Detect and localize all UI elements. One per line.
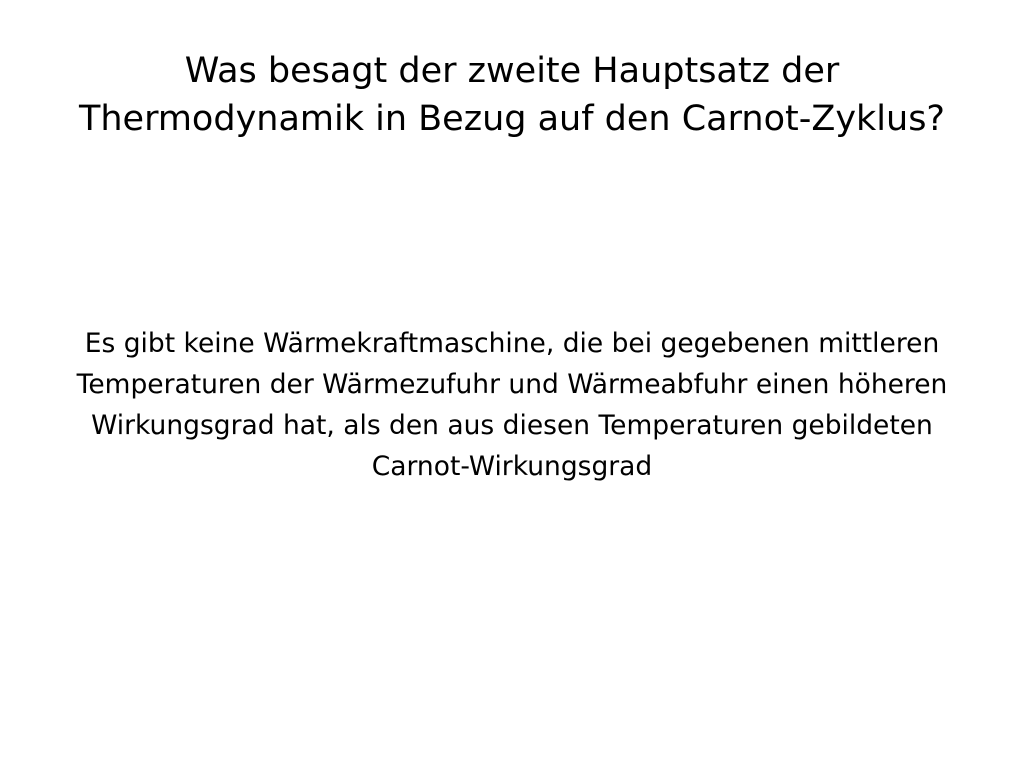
answer-text: Es gibt keine Wärmekraftmaschine, die be… [50, 323, 974, 487]
question-line: Was besagt der zweite Hauptsatz der [184, 51, 840, 91]
question-text: Was besagt der zweite Hauptsatz der Ther… [40, 47, 984, 143]
question-line: Thermodynamik in Bezug auf den Carnot-Zy… [78, 99, 946, 139]
answer-line: Temperaturen der Wärmezufuhr und Wärmeab… [76, 369, 948, 400]
answer-line: Carnot-Wirkungsgrad [371, 451, 653, 482]
flashcard: Was besagt der zweite Hauptsatz der Ther… [0, 0, 1024, 768]
answer-line: Es gibt keine Wärmekraftmaschine, die be… [84, 328, 940, 359]
answer-line: Wirkungsgrad hat, als den aus diesen Tem… [91, 410, 933, 441]
